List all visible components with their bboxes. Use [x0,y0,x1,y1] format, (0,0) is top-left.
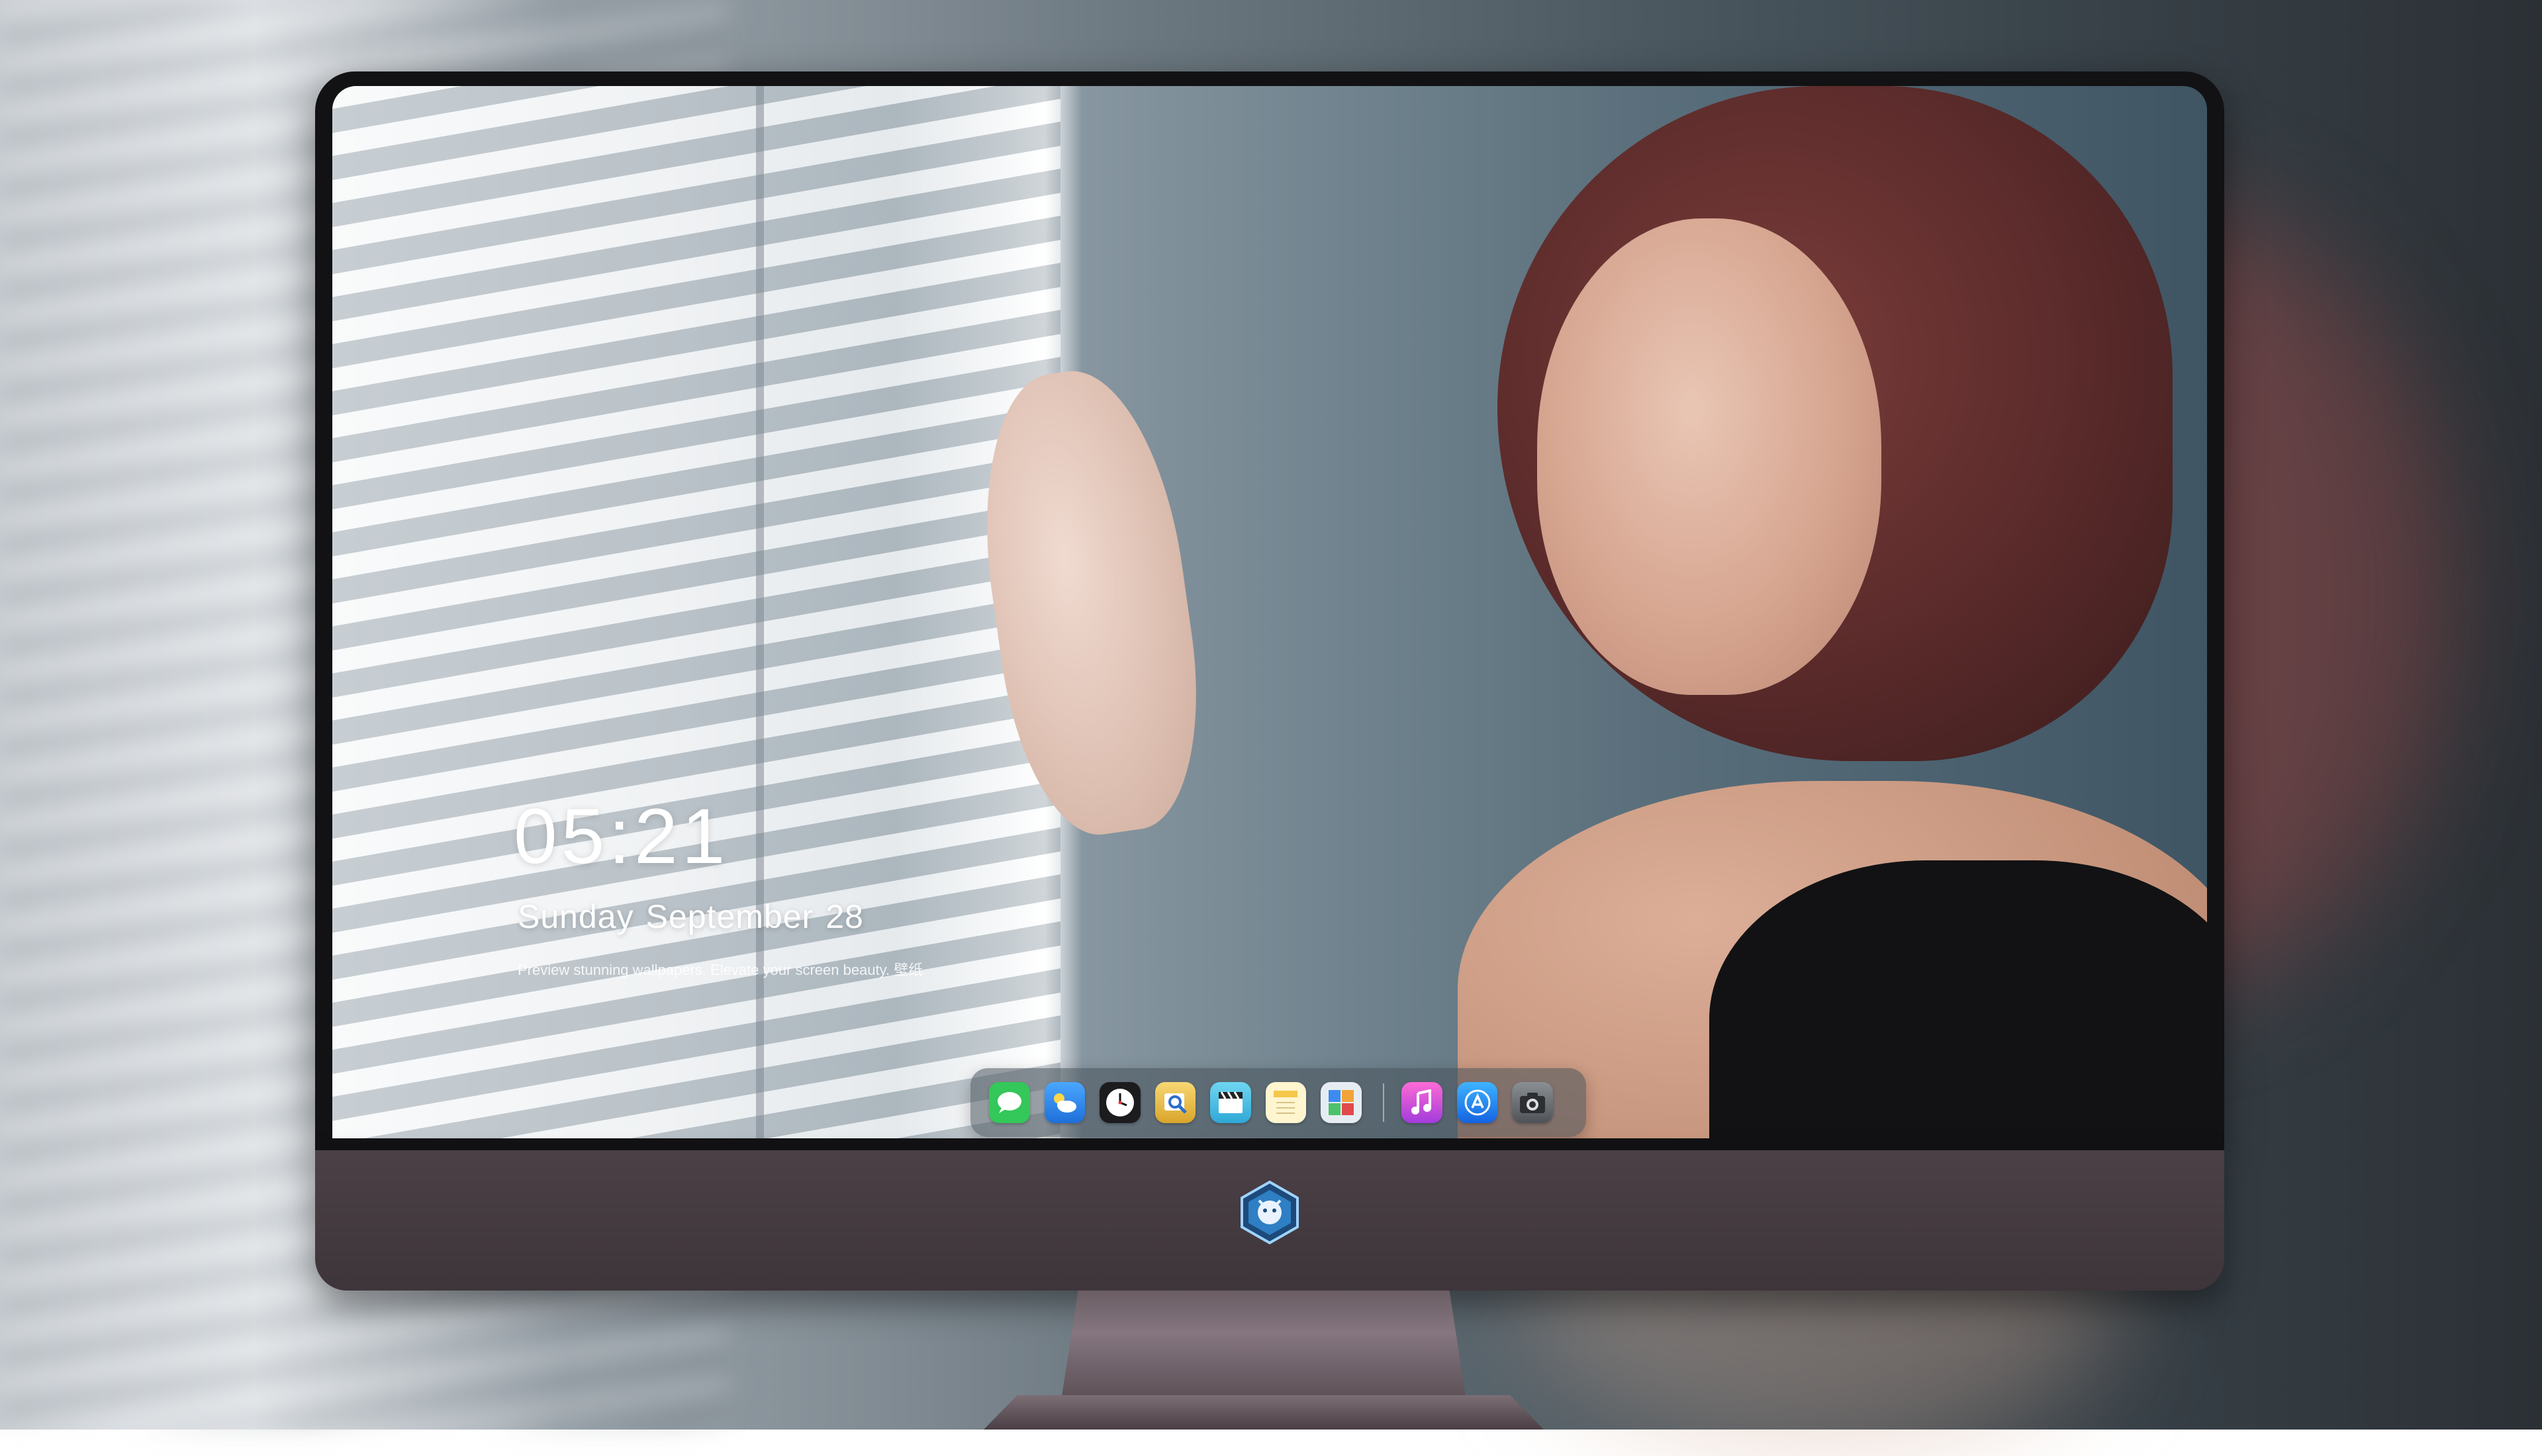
wallpaper-face [1537,218,1881,695]
wallpaper-blinds-cord [756,86,764,1138]
monitor-stand-base [984,1395,1544,1430]
monitor-chin [315,1150,2224,1291]
camera-icon[interactable] [1512,1082,1553,1123]
weather-icon[interactable] [1045,1082,1086,1123]
messages-icon[interactable] [989,1082,1030,1123]
clapper-icon[interactable] [1210,1082,1251,1123]
lockscreen-weekday: Sunday [518,898,634,935]
lockscreen-day: 28 [825,898,864,935]
monitor-screen: 05:21 Sunday September 28 Preview stunning… [332,86,2207,1138]
dock-separator [1383,1083,1385,1122]
preview-icon[interactable] [1155,1082,1196,1123]
notes-icon[interactable] [1266,1082,1307,1123]
wallpaper-portrait [1458,86,2207,1138]
lockscreen-month: September [646,898,814,935]
music-icon[interactable] [1401,1082,1442,1123]
lockscreen-time: 05:21 [514,792,729,882]
desktop-monitor: 05:21 Sunday September 28 Preview stunning… [315,71,2224,1291]
brand-logo-icon [1237,1179,1303,1246]
lockscreen-date: Sunday September 28 [518,897,876,936]
lockscreen-tagline: Preview stunning wallpapers. Elevate you… [518,958,923,979]
clock-icon[interactable] [1100,1082,1141,1123]
app-store-icon[interactable] [1457,1082,1498,1123]
wallpaper-dress [1709,860,2207,1138]
monitor-stand-neck [1062,1291,1466,1396]
photo-editor-icon[interactable] [1321,1082,1362,1123]
wallpaper-window-blinds [332,86,1060,1138]
app-dock [970,1068,1586,1137]
monitor-bezel: 05:21 Sunday September 28 Preview stunning… [315,71,2224,1150]
